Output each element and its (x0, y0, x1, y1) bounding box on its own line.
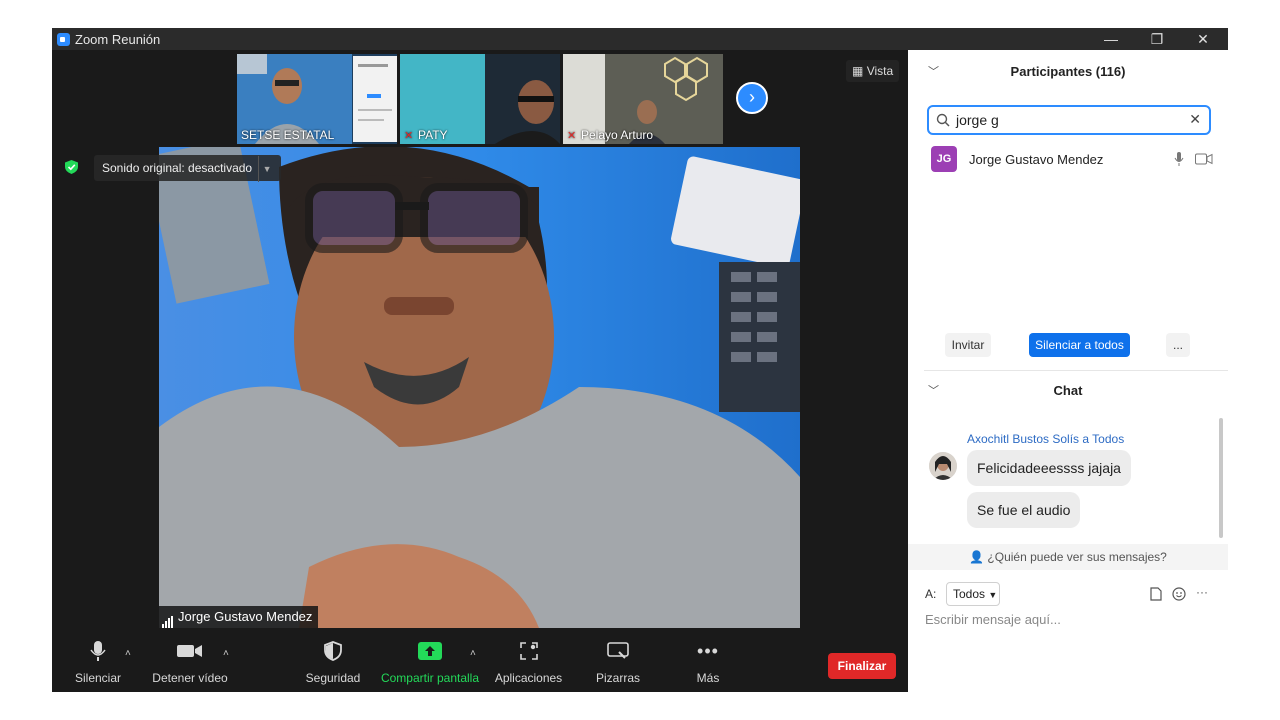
mute-all-button[interactable]: Silenciar a todos (1029, 333, 1130, 357)
ellipsis-icon: ••• (697, 640, 719, 661)
chat-more-icon[interactable]: ··· (1196, 585, 1208, 599)
mute-button[interactable]: Silenciar (68, 636, 128, 692)
meeting-toolbar: Silenciar ˄ Detener vídeo ˄ Seguridad Co… (52, 636, 908, 692)
participant-row[interactable]: JG Jorge Gustavo Mendez (908, 144, 1228, 176)
chat-header: ﹀ Chat (908, 370, 1228, 412)
chat-scrollbar[interactable] (1219, 418, 1223, 538)
title-bar: Zoom Reunión — ❐ ✕ (52, 28, 1228, 50)
grid-icon: ▦ (852, 64, 864, 78)
zoom-logo-icon (57, 33, 70, 46)
speaker-name-label: Jorge Gustavo Mendez (159, 606, 319, 628)
emoji-icon[interactable] (1172, 587, 1186, 601)
view-button[interactable]: ▦ Vista (846, 60, 900, 82)
thumbnail-label: ✕ PATY (404, 128, 448, 142)
participants-header: ﹀ Participantes (116) (908, 50, 1228, 94)
chevron-down-icon[interactable]: ▼ (258, 156, 275, 182)
thumbnail-label: ✕ Pelayo Arturo (567, 128, 654, 142)
chat-message-input[interactable]: Escribir mensaje aquí... (925, 612, 1061, 627)
share-options-caret[interactable]: ˄ (470, 648, 476, 659)
connection-strength-icon (162, 606, 174, 628)
thumbnail-setse-estatal[interactable]: SETSE ESTATAL (237, 54, 397, 144)
stop-video-button[interactable]: Detener vídeo (150, 636, 230, 692)
mic-muted-icon: ✕ (404, 130, 414, 142)
recipient-row: A: Todos ▼ ··· (908, 582, 1228, 606)
thumbnail-label: SETSE ESTATAL (241, 128, 335, 142)
share-screen-icon (418, 642, 442, 660)
chevron-down-icon[interactable]: ﹀ (928, 370, 939, 412)
whiteboards-button[interactable]: Pizarras (588, 636, 648, 692)
security-shield-icon (65, 160, 78, 174)
chevron-down-icon[interactable]: ﹀ (928, 50, 939, 94)
window-title: Zoom Reunión (75, 32, 161, 47)
whiteboard-icon (607, 642, 629, 659)
more-button[interactable]: ••• Más (678, 636, 738, 692)
chat-message: Se fue el audio (967, 492, 1081, 528)
participant-search-input[interactable]: jorge g ✕ (927, 105, 1211, 135)
video-stage: SETSE ESTATAL ✕ PATY ✕ Pelayo Arturo › ▦… (52, 50, 908, 636)
security-button[interactable]: Seguridad (303, 636, 363, 692)
audio-options-caret[interactable]: ˄ (125, 648, 131, 659)
message-visibility-link[interactable]: 👤 ¿Quién puede ver sus mensajes? (908, 544, 1228, 570)
video-camera-icon (177, 645, 202, 657)
share-screen-button[interactable]: Compartir pantalla (380, 636, 480, 692)
video-camera-icon[interactable] (1195, 153, 1213, 165)
close-button[interactable]: ✕ (1180, 28, 1226, 50)
thumbnail-pelayo-arturo[interactable]: ✕ Pelayo Arturo (563, 54, 723, 144)
shield-icon (324, 641, 342, 661)
end-meeting-button[interactable]: Finalizar (828, 653, 896, 679)
clear-search-icon[interactable]: ✕ (1189, 111, 1201, 128)
participants-more-button[interactable]: ... (1166, 333, 1190, 357)
video-feed (159, 147, 800, 628)
chat-sender[interactable]: Axochitl Bustos Solís a Todos (967, 432, 1124, 446)
apps-icon (519, 642, 538, 660)
search-icon (936, 113, 950, 127)
invite-button[interactable]: Invitar (945, 333, 991, 357)
minimize-button[interactable]: — (1088, 28, 1134, 50)
microphone-icon[interactable] (1174, 152, 1184, 167)
recipient-select[interactable]: Todos ▼ (946, 582, 1000, 606)
profile-photo (929, 452, 957, 480)
zoom-window: Zoom Reunión — ❐ ✕ SETSE ESTATAL ✕ PATY … (52, 28, 1228, 692)
avatar (929, 452, 957, 480)
avatar: JG (931, 146, 957, 172)
original-sound-toggle[interactable]: Sonido original: desactivado ▼ (94, 155, 282, 182)
chevron-down-icon: ▼ (988, 590, 998, 600)
chat-message: Felicidadeeessss jajaja (967, 450, 1131, 486)
restore-button[interactable]: ❐ (1134, 28, 1180, 50)
active-speaker-video: Jorge Gustavo Mendez (159, 147, 800, 628)
mic-muted-icon: ✕ (567, 130, 577, 142)
person-icon: 👤 (969, 550, 985, 564)
side-panel: ﹀ Participantes (116) jorge g ✕ JG Jorge… (908, 50, 1228, 692)
file-icon[interactable] (1150, 587, 1162, 601)
video-options-caret[interactable]: ˄ (223, 648, 229, 659)
apps-button[interactable]: Aplicaciones (492, 636, 565, 692)
microphone-icon (90, 641, 106, 661)
next-page-button[interactable]: › (736, 82, 768, 114)
thumbnail-paty[interactable]: ✕ PATY (400, 54, 560, 144)
